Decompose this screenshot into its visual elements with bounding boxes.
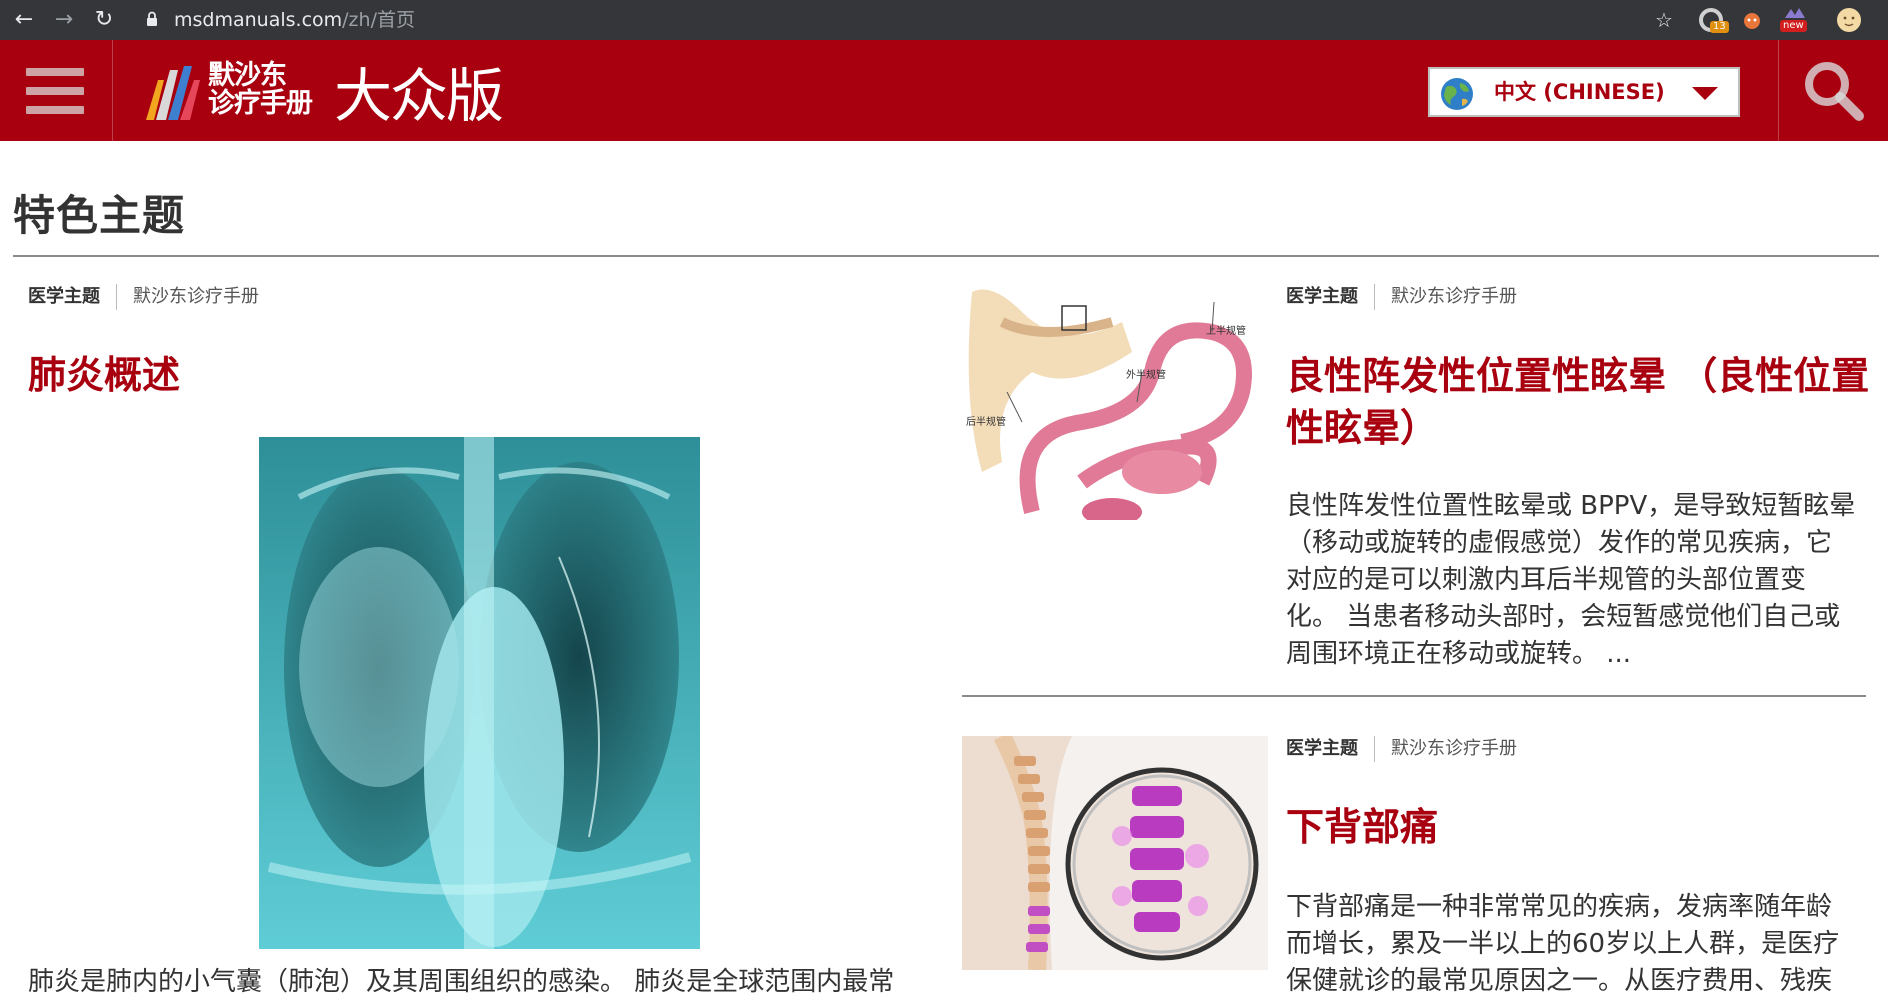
summary-line: 保健就诊的最常见原因之一。从医疗费用、残疾: [1286, 966, 1833, 995]
lower-back-image[interactable]: [962, 736, 1268, 970]
article-source: 默沙东诊疗手册: [1391, 738, 1517, 759]
summary-line: 化。 当患者移动头部时，会短暂感觉他们自己或: [1286, 602, 1841, 632]
article-title[interactable]: 下背部痛: [1286, 801, 1438, 853]
language-label: 中文 (CHINESE): [1494, 80, 1665, 104]
logo-edition: 大众版: [334, 62, 504, 130]
ear-label-superior: 上半规管: [1206, 326, 1246, 337]
article-title-link[interactable]: 下背部痛: [1286, 805, 1438, 849]
summary-line: 良性阵发性位置性眩晕或 BPPV，是导致短暂眩晕: [1286, 491, 1856, 521]
extension-badge: 13: [1710, 21, 1729, 33]
article-title[interactable]: 良性阵发性位置性眩晕 （良性位置 性眩晕）: [1286, 350, 1869, 454]
article-category[interactable]: 医学主题: [1286, 284, 1375, 310]
menu-icon[interactable]: [0, 40, 113, 141]
summary-line: （移动或旋转的虚假感觉）发作的常见疾病，它: [1286, 528, 1833, 558]
article-source: 默沙东诊疗手册: [1391, 286, 1517, 307]
article-title-line[interactable]: 性眩晕）: [1286, 402, 1866, 454]
article-title-line[interactable]: 良性阵发性位置性眩晕 （良性位置: [1286, 350, 1869, 402]
summary-line: 而增长，累及一半以上的60岁以上人群，是医疗: [1286, 929, 1840, 959]
title-divider: [13, 255, 1879, 257]
fox-extension-icon[interactable]: [1742, 6, 1764, 34]
page-title: 特色主题: [13, 191, 186, 240]
new-extension-icon[interactable]: new: [1780, 6, 1810, 34]
extension-icon[interactable]: 13: [1698, 6, 1729, 34]
browser-toolbar: ← → ↻ msdmanuals.com/zh/首页 ☆ 13 new: [0, 0, 1888, 40]
logo-icon[interactable]: [144, 62, 202, 122]
url-path: /zh/首页: [342, 9, 415, 31]
address-bar[interactable]: msdmanuals.com/zh/首页: [174, 5, 415, 35]
ear-label-lateral: 外半规管: [1126, 370, 1166, 381]
summary-line: 周围环境正在移动或旋转。 ...: [1286, 639, 1632, 669]
article-summary: 肺炎是肺内的小气囊（肺泡）及其周围组织的感染。 肺炎是全球范围内最常: [28, 967, 895, 995]
article-source: 默沙东诊疗手册: [133, 286, 259, 307]
article-title-link[interactable]: 肺炎概述: [28, 353, 180, 397]
inner-ear-image[interactable]: 上半规管 外半规管 后半规管: [962, 282, 1268, 520]
article-meta: 医学主题 默沙东诊疗手册: [1286, 734, 1517, 764]
language-selector[interactable]: 中文 (CHINESE): [1428, 67, 1740, 117]
site-header: 默沙东 诊疗手册 大众版 中文 (CHINESE): [0, 40, 1888, 141]
logo-line-2: 诊疗手册: [208, 88, 313, 119]
globe-icon: [1441, 78, 1473, 110]
article-divider: [962, 695, 1866, 697]
url-domain: msdmanuals.com: [174, 9, 343, 31]
chevron-down-icon: [1692, 87, 1718, 100]
new-badge: new: [1780, 20, 1807, 32]
search-icon: [1805, 62, 1864, 121]
article-summary: 下背部痛是一种非常常见的疾病，发病率随年龄 而增长，累及一半以上的60岁以上人群…: [1286, 889, 1876, 995]
forward-arrow-icon[interactable]: →: [50, 6, 78, 34]
article-meta: 医学主题 默沙东诊疗手册: [1286, 282, 1517, 312]
summary-line: 对应的是可以刺激内耳后半规管的头部位置变: [1286, 565, 1807, 595]
article-meta: 医学主题 默沙东诊疗手册: [28, 282, 259, 312]
search-button[interactable]: [1778, 40, 1888, 141]
article-summary: 良性阵发性位置性眩晕或 BPPV，是导致短暂眩晕 （移动或旋转的虚假感觉）发作的…: [1286, 488, 1876, 673]
article-category[interactable]: 医学主题: [1286, 736, 1375, 762]
summary-line: 下背部痛是一种非常常见的疾病，发病率随年龄: [1286, 892, 1833, 922]
profile-icon[interactable]: [1836, 6, 1866, 34]
article-title[interactable]: 肺炎概述: [28, 352, 180, 398]
ear-label-posterior: 后半规管: [966, 417, 1006, 428]
article-category[interactable]: 医学主题: [28, 284, 117, 310]
star-icon[interactable]: ☆: [1650, 6, 1678, 34]
lock-icon: [147, 11, 157, 26]
reload-icon[interactable]: ↻: [90, 6, 118, 34]
back-arrow-icon[interactable]: ←: [10, 6, 38, 34]
pneumonia-xray-image[interactable]: [259, 437, 700, 949]
logo-line-1: 默沙东: [208, 60, 287, 91]
